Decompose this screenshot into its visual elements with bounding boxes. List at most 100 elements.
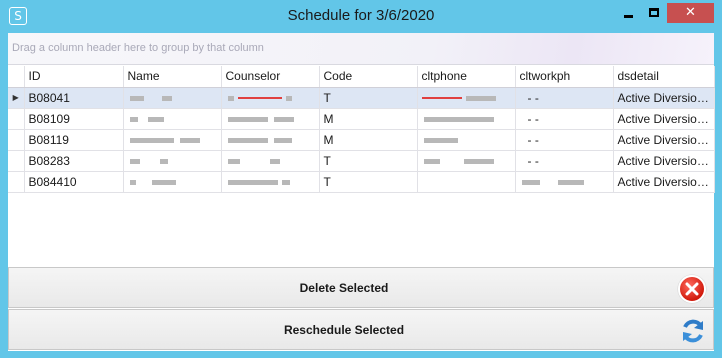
cell-code[interactable]: M <box>319 129 418 151</box>
row-indicator-cell <box>8 108 25 130</box>
row-indicator-cell <box>8 171 25 193</box>
redacted-mark <box>465 95 496 101</box>
cell-counselor[interactable] <box>221 87 320 109</box>
redacted-mark <box>227 179 278 185</box>
redacted-mark <box>273 116 294 122</box>
redacted-mark <box>227 116 268 122</box>
cell-cltworkph[interactable]: - - <box>515 87 614 109</box>
maximize-button[interactable] <box>641 3 667 23</box>
cell-dsdetail[interactable]: Active Diversion Pro <box>613 108 715 130</box>
cell-dsdetail[interactable]: Active Diversion Pro <box>613 129 715 151</box>
redacted-mark <box>129 179 136 185</box>
cell-cltphone[interactable] <box>417 108 516 130</box>
column-header-name[interactable]: Name <box>123 66 222 88</box>
cell-counselor[interactable] <box>221 108 320 130</box>
redacted-mark <box>237 97 282 100</box>
cell-cltworkph[interactable] <box>515 171 614 193</box>
redacted-mark <box>423 137 458 143</box>
cell-id[interactable]: B08119 <box>24 129 124 151</box>
redacted-mark <box>227 137 268 143</box>
client-area: Drag a column header here to group by th… <box>8 33 715 351</box>
redacted-mark <box>557 179 584 185</box>
maximize-icon <box>649 8 659 17</box>
delete-selected-label: Delete Selected <box>299 281 389 295</box>
redacted-mark <box>161 95 172 101</box>
reschedule-selected-button[interactable]: Reschedule Selected <box>8 309 714 350</box>
cell-name[interactable] <box>123 87 222 109</box>
schedule-window: S Schedule for 3/6/2020 ✕ Drag a column … <box>0 0 722 358</box>
cell-code[interactable]: M <box>319 108 418 130</box>
redacted-mark <box>227 158 240 164</box>
redacted-mark <box>281 179 290 185</box>
column-header-id[interactable]: ID <box>24 66 124 88</box>
table-row[interactable]: B08109 M - - Active Diversion Pro <box>8 108 715 130</box>
refresh-icon <box>679 317 707 345</box>
row-indicator-icon: ▶ <box>8 87 25 109</box>
cell-cltworkph[interactable]: - - <box>515 108 614 130</box>
cell-cltphone[interactable] <box>417 150 516 172</box>
title-bar[interactable]: S Schedule for 3/6/2020 ✕ <box>0 0 722 33</box>
cell-code[interactable]: T <box>319 87 418 109</box>
cell-name[interactable] <box>123 150 222 172</box>
cell-name[interactable] <box>123 129 222 151</box>
cell-cltphone[interactable] <box>417 129 516 151</box>
column-header-cltworkph[interactable]: cltworkph <box>515 66 614 88</box>
cell-name[interactable] <box>123 108 222 130</box>
redacted-mark <box>285 95 292 101</box>
table-row[interactable]: B08283 T - - Active Diversion Pro <box>8 150 715 172</box>
header-indicator-cell <box>8 66 25 88</box>
cell-dsdetail[interactable]: Active Diversion Pro <box>613 87 715 109</box>
redacted-mark <box>159 158 168 164</box>
cell-counselor[interactable] <box>221 150 320 172</box>
redacted-mark <box>521 179 540 185</box>
redacted-mark <box>463 158 494 164</box>
cell-name[interactable] <box>123 171 222 193</box>
redacted-mark <box>273 137 292 143</box>
redacted-mark <box>151 179 176 185</box>
cell-dsdetail[interactable]: Active Diversion Pro <box>613 150 715 172</box>
cell-counselor[interactable] <box>221 171 320 193</box>
schedule-grid[interactable]: ID Name Counselor Code cltphone cltworkp… <box>8 66 715 300</box>
window-title: Schedule for 3/6/2020 <box>287 7 435 24</box>
redacted-mark <box>147 116 164 122</box>
redacted-mark <box>421 97 462 100</box>
redacted-mark <box>129 158 140 164</box>
cell-id[interactable]: B08109 <box>24 108 124 130</box>
close-button[interactable]: ✕ <box>667 3 714 23</box>
reschedule-selected-label: Reschedule Selected <box>283 323 405 337</box>
table-row[interactable]: ▶ B08041 T - - Active Diversion Pro <box>8 87 715 109</box>
group-by-panel[interactable]: Drag a column header here to group by th… <box>8 33 714 65</box>
delete-selected-button[interactable]: Delete Selected <box>8 267 714 308</box>
minimize-icon <box>624 15 633 18</box>
cell-id[interactable]: B08283 <box>24 150 124 172</box>
redacted-mark <box>227 95 234 101</box>
redacted-mark <box>129 137 174 143</box>
row-indicator-cell <box>8 150 25 172</box>
close-icon: ✕ <box>685 5 696 20</box>
redacted-mark <box>129 95 144 101</box>
cell-cltworkph[interactable]: - - <box>515 150 614 172</box>
redacted-mark <box>423 116 494 122</box>
minimize-button[interactable] <box>615 3 641 23</box>
cell-id[interactable]: B084410 <box>24 171 124 193</box>
cell-code[interactable]: T <box>319 171 418 193</box>
cell-counselor[interactable] <box>221 129 320 151</box>
column-header-code[interactable]: Code <box>319 66 418 88</box>
cell-cltphone[interactable] <box>417 171 516 193</box>
cell-dsdetail[interactable]: Active Diversion Pro <box>613 171 715 193</box>
grid-header-row: ID Name Counselor Code cltphone cltworkp… <box>8 66 715 88</box>
cell-id[interactable]: B08041 <box>24 87 124 109</box>
column-header-dsdetail[interactable]: dsdetail <box>613 66 715 88</box>
redacted-mark <box>423 158 440 164</box>
group-by-hint: Drag a column header here to group by th… <box>12 42 264 54</box>
table-row[interactable]: B084410 T Active Diversion Pro <box>8 171 715 193</box>
row-indicator-cell <box>8 129 25 151</box>
delete-icon <box>678 275 706 303</box>
redacted-mark <box>179 137 200 143</box>
column-header-counselor[interactable]: Counselor <box>221 66 320 88</box>
cell-code[interactable]: T <box>319 150 418 172</box>
table-row[interactable]: B08119 M - - Active Diversion Pro <box>8 129 715 151</box>
cell-cltworkph[interactable]: - - <box>515 129 614 151</box>
column-header-cltphone[interactable]: cltphone <box>417 66 516 88</box>
cell-cltphone[interactable] <box>417 87 516 109</box>
